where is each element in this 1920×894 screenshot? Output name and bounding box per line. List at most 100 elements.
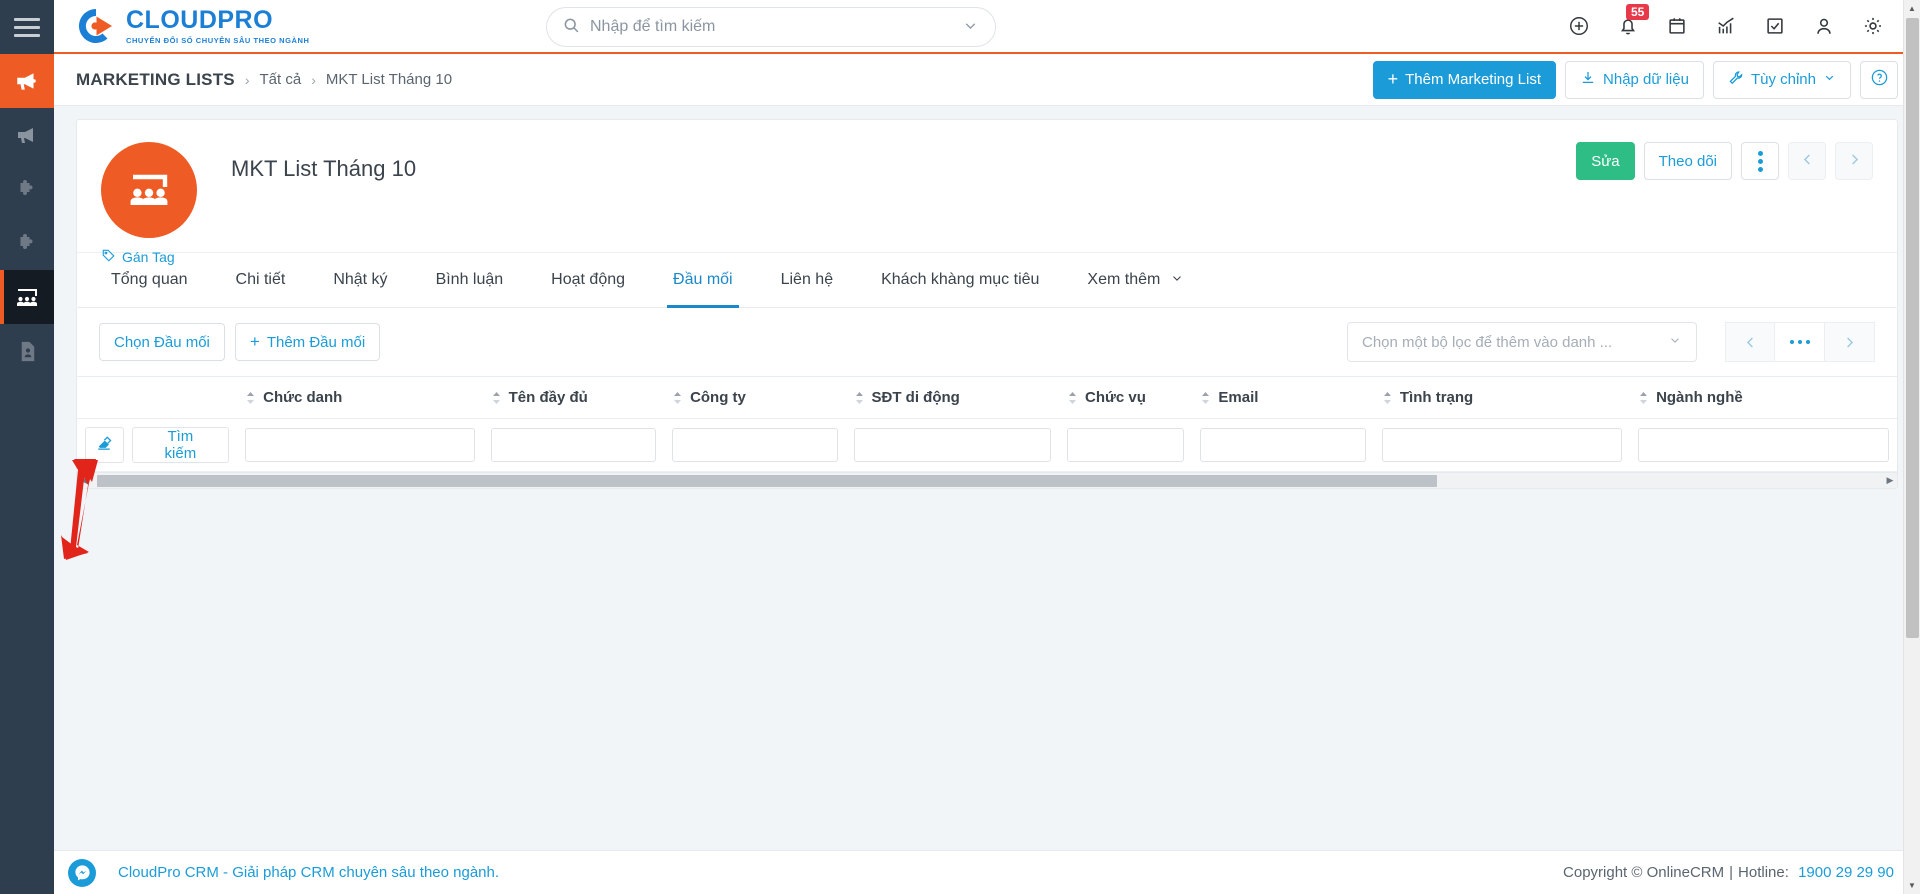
help-button[interactable] [1860, 60, 1898, 99]
sidebar-item-module-one[interactable] [0, 162, 54, 216]
search-input-cong-ty[interactable] [672, 428, 838, 462]
tab-xem-them[interactable]: Xem thêm [1063, 253, 1208, 308]
sort-icon[interactable] [1067, 391, 1078, 405]
breadcrumb-module[interactable]: MARKETING LISTS [76, 70, 235, 90]
sort-icon[interactable] [1638, 391, 1649, 405]
tab-label: Tổng quan [111, 271, 188, 288]
customize-button[interactable]: Tùy chỉnh [1712, 60, 1851, 99]
filter-select[interactable]: Chọn một bộ lọc để thêm vào danh ... [1347, 322, 1697, 362]
sort-icon[interactable] [672, 391, 683, 405]
hamburger-menu-icon [14, 13, 40, 42]
sort-icon[interactable] [245, 391, 256, 405]
table-header-nganh-nghe[interactable]: Ngành nghề [1630, 376, 1897, 419]
column-label: Tên đầy đủ [508, 389, 588, 406]
sidebar-item-documents[interactable] [0, 324, 54, 378]
sidebar-item-campaign[interactable] [0, 108, 54, 162]
clear-search-button[interactable] [85, 427, 124, 463]
sort-icon[interactable] [854, 391, 865, 405]
search-button[interactable]: Tìm kiếm [131, 427, 230, 463]
tab-tong-quan[interactable]: Tổng quan [101, 253, 212, 308]
next-record-button[interactable] [1835, 142, 1873, 180]
search-input-sdt-di-dong[interactable] [853, 428, 1051, 462]
sidebar-item-marketing-lists[interactable] [0, 270, 54, 324]
select-lead-button[interactable]: Chọn Đầu mối [99, 323, 225, 361]
tab-nhat-ky[interactable]: Nhật ký [309, 253, 411, 308]
chevron-left-icon [1800, 152, 1815, 171]
tab-chi-tiet[interactable]: Chi tiết [212, 253, 310, 308]
edit-button[interactable]: Sửa [1576, 142, 1635, 180]
table-header-tinh-trang[interactable]: Tình trạng [1373, 376, 1631, 419]
brand-logo[interactable]: CLOUDPRO CHUYỂN ĐỔI SỐ CHUYÊN SÂU THEO N… [54, 6, 309, 46]
pager-prev-button[interactable] [1725, 322, 1775, 362]
search-input[interactable] [590, 18, 952, 36]
search-input-chuc-vu[interactable] [1067, 428, 1185, 462]
tab-lien-he[interactable]: Liên hệ [757, 253, 858, 308]
add-marketing-list-button[interactable]: + Thêm Marketing List [1372, 60, 1557, 99]
window-scrollbar[interactable]: ▲ ▼ [1903, 0, 1920, 894]
table-header-ten-day-du[interactable]: Tên đầy đủ [482, 376, 665, 419]
profile-icon[interactable] [1813, 15, 1835, 37]
notifications-icon[interactable]: 55 [1617, 4, 1650, 37]
sort-icon[interactable] [1200, 391, 1211, 405]
settings-icon[interactable] [1862, 15, 1884, 37]
table-header-email[interactable]: Email [1192, 376, 1374, 419]
add-icon[interactable] [1568, 15, 1590, 37]
window-scrollbar-thumb[interactable] [1905, 18, 1919, 638]
page-actions: + Thêm Marketing List Nhập dữ liệu Tùy c… [1372, 60, 1898, 99]
content-area: MKT List Tháng 10 Sửa Theo dõi Gán Tag T… [54, 106, 1920, 850]
table-header-chuc-vu[interactable]: Chức vụ [1059, 376, 1193, 419]
scrollbar-track[interactable] [91, 474, 1883, 487]
group-people-icon [14, 284, 40, 310]
messenger-icon[interactable] [68, 858, 96, 887]
table-header-actions [77, 376, 238, 419]
table-header-chuc-danh[interactable]: Chức danh [237, 376, 483, 419]
add-lead-button[interactable]: + Thêm Đầu mối [234, 323, 381, 361]
search-cell-chuc-vu [1059, 418, 1193, 472]
column-label: Email [1218, 389, 1259, 406]
chevron-down-icon[interactable] [962, 17, 979, 38]
search-input-email[interactable] [1200, 428, 1366, 462]
hotline-label: Hotline: [1738, 864, 1789, 881]
tab-label: Đầu mối [673, 271, 733, 288]
footer-tagline-link[interactable]: CloudPro CRM - Giải pháp CRM chuyên sâu … [118, 864, 499, 881]
table-header-cong-ty[interactable]: Công ty [664, 376, 846, 419]
import-data-button[interactable]: Nhập dữ liệu [1565, 60, 1704, 99]
reports-icon[interactable] [1715, 15, 1737, 37]
hotline-number[interactable]: 1900 29 29 90 [1798, 864, 1894, 881]
tasks-icon[interactable] [1764, 15, 1786, 37]
pager-next-button[interactable] [1825, 322, 1875, 362]
table-header-sdt-di-dong[interactable]: SĐT di động [845, 376, 1059, 419]
scroll-right-arrow-icon[interactable]: ▶ [1883, 475, 1897, 486]
sort-icon[interactable] [1382, 391, 1393, 405]
search-input-nganh-nghe[interactable] [1638, 428, 1889, 462]
search-cell-ten-day-du [482, 418, 665, 472]
vertical-dots-icon [1757, 150, 1763, 172]
pager-more-button[interactable] [1775, 322, 1825, 362]
search-box[interactable] [546, 7, 996, 47]
search-input-tinh-trang[interactable] [1381, 428, 1623, 462]
breadcrumb-bar: MARKETING LISTS › Tất cả › MKT List Thán… [54, 54, 1920, 106]
tab-khach-hang-muc-tieu[interactable]: Khách khàng mục tiêu [857, 253, 1063, 308]
scroll-left-arrow-icon[interactable]: ◀ [77, 475, 91, 486]
search-input-ten-day-du[interactable] [490, 428, 657, 462]
search-input-chuc-danh[interactable] [245, 428, 475, 462]
hamburger-menu-button[interactable] [0, 0, 54, 54]
scrollbar-thumb[interactable] [97, 474, 1437, 487]
calendar-icon[interactable] [1666, 15, 1688, 37]
sidebar-item-module-two[interactable] [0, 216, 54, 270]
follow-button[interactable]: Theo dõi [1643, 142, 1732, 180]
record-header: MKT List Tháng 10 Sửa Theo dõi Gán Tag [77, 120, 1897, 265]
table-horizontal-scrollbar[interactable]: ◀ ▶ [77, 472, 1897, 488]
tab-binh-luan[interactable]: Bình luận [412, 253, 528, 308]
prev-record-button[interactable] [1788, 142, 1826, 180]
scroll-down-arrow-icon[interactable]: ▼ [1904, 877, 1920, 894]
sidebar-item-campaign-active[interactable] [0, 54, 54, 108]
scroll-up-arrow-icon[interactable]: ▲ [1904, 0, 1920, 17]
sort-icon[interactable] [491, 391, 502, 405]
search-cell-cong-ty [664, 418, 846, 472]
tab-dau-moi[interactable]: Đầu mối [649, 253, 757, 308]
tab-hoat-dong[interactable]: Hoạt động [527, 253, 649, 308]
breadcrumb-parent[interactable]: Tất cả [260, 71, 302, 88]
record-more-button[interactable] [1741, 142, 1779, 180]
search-cell-email [1192, 418, 1374, 472]
